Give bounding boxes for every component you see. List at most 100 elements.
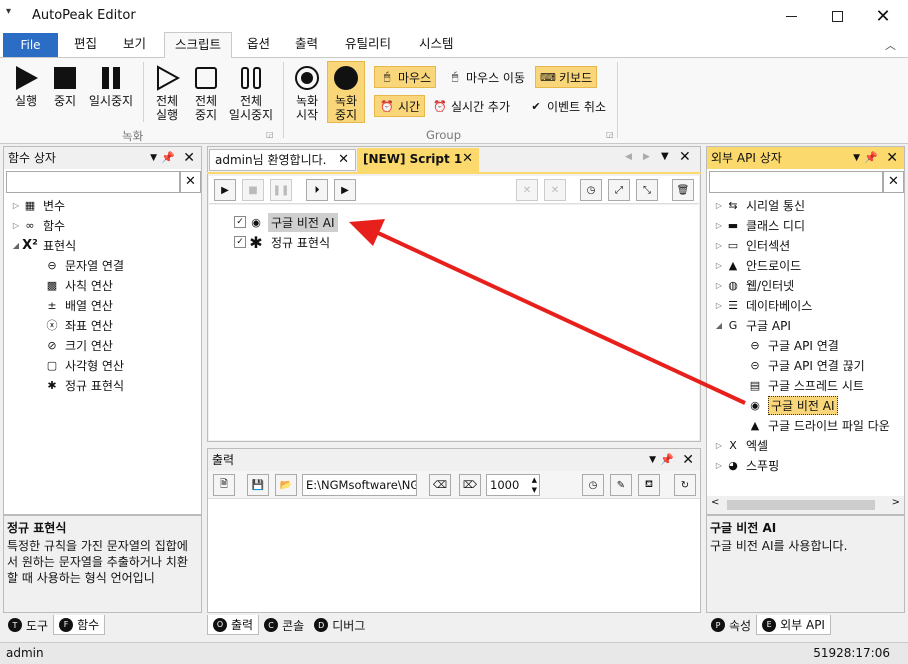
tree-item[interactable]: ▷ ▭ 인터섹션 <box>713 235 904 255</box>
quick-access-arrow-icon[interactable]: ▾ <box>6 6 11 17</box>
tree-item[interactable]: ± 배열 연산 <box>10 295 200 315</box>
close-panel-icon[interactable]: ✕ <box>886 147 898 169</box>
api-search-input[interactable] <box>709 171 883 193</box>
editor-step-button[interactable]: ⏵ <box>306 179 328 201</box>
close-panel-icon[interactable]: ✕ <box>183 147 195 169</box>
pause-button[interactable]: 일시중지 <box>86 64 136 108</box>
function-search-input[interactable] <box>6 171 180 193</box>
stop-button[interactable]: 중지 <box>49 64 81 108</box>
paint-bucket-icon[interactable]: ⛾ <box>638 474 660 496</box>
tree-item[interactable]: ▷ ▦ 변수 <box>10 195 200 215</box>
tree-item[interactable]: ▷ ⇆ 시리얼 통신 <box>713 195 904 215</box>
tree-item[interactable]: ▷ ☰ 데이타베이스 <box>713 295 904 315</box>
editor-stop-button[interactable]: ■ <box>242 179 264 201</box>
new-file-icon[interactable]: 🗎 <box>213 474 235 496</box>
expand-arrow-icon[interactable]: ▷ <box>713 461 725 470</box>
menu-file[interactable]: File <box>3 33 58 57</box>
tab-external-api[interactable]: E 외부 API <box>756 615 831 635</box>
dropdown-icon[interactable]: ▼ <box>853 147 860 169</box>
clock-icon[interactable]: ◷ <box>582 474 604 496</box>
record-mouse-toggle[interactable]: 🖱 마우스 <box>374 66 437 88</box>
pin-icon[interactable]: 📌 <box>161 147 175 169</box>
collapse-arrow-icon[interactable]: ◢ <box>10 241 22 250</box>
minimize-button[interactable] <box>768 0 814 32</box>
close-tab-icon[interactable]: ✕ <box>338 150 349 170</box>
collapse-all-icon[interactable]: ⤡ <box>636 179 658 201</box>
checkbox-icon[interactable]: ✓ <box>234 236 246 248</box>
scrollbar-thumb[interactable] <box>727 500 875 510</box>
tab-console[interactable]: C 콘솔 <box>259 615 309 635</box>
tree-item[interactable]: ▷ ▬ 클래스 디디 <box>713 215 904 235</box>
pin-icon[interactable]: 📌 <box>864 147 878 169</box>
expand-arrow-icon[interactable]: ▷ <box>713 441 725 450</box>
expand-arrow-icon[interactable]: ▷ <box>713 281 725 290</box>
menu-output[interactable]: 출력 <box>291 32 322 58</box>
expand-arrow-icon[interactable]: ▷ <box>713 301 725 310</box>
tree-item[interactable]: ▷ ▲ 안드로이드 <box>713 255 904 275</box>
tree-item[interactable]: ▩ 사칙 연산 <box>10 275 200 295</box>
menu-script[interactable]: 스크립트 <box>164 32 232 59</box>
scroll-left-icon[interactable]: < <box>711 497 719 508</box>
tree-item[interactable]: ⊖ 문자열 연결 <box>10 255 200 275</box>
collapse-ribbon-icon[interactable]: ︿ <box>885 37 896 53</box>
tree-item[interactable]: ▷ ◍ 웹/인터넷 <box>713 275 904 295</box>
record-time-toggle[interactable]: ⏰ 시간 <box>374 95 426 117</box>
tab-debug[interactable]: D 디버그 <box>309 615 370 635</box>
dialog-launcher-icon[interactable]: ◲ <box>606 130 614 139</box>
tab-welcome[interactable]: admin님 환영합니다. ✕ <box>209 149 356 171</box>
expand-arrow-icon[interactable]: ▷ <box>713 241 725 250</box>
tree-item[interactable]: ◢ X² 표현식 <box>10 235 200 255</box>
menu-utility[interactable]: 유틸리티 <box>341 32 395 58</box>
clear-search-button[interactable]: ✕ <box>883 171 904 193</box>
record-keyboard-toggle[interactable]: ⌨ 키보드 <box>535 66 598 88</box>
expand-arrow-icon[interactable]: ▷ <box>713 261 725 270</box>
trash-icon[interactable]: 🗑 <box>672 179 694 201</box>
horizontal-scrollbar[interactable]: < > <box>707 496 904 514</box>
tree-item[interactable]: ▢ 사각형 연산 <box>10 355 200 375</box>
menu-system[interactable]: 시스템 <box>415 32 458 58</box>
stop-all-button[interactable]: 전체 중지 <box>188 64 224 122</box>
close-button[interactable]: ✕ <box>860 0 906 32</box>
tree-item[interactable]: ▷ ∞ 함수 <box>10 215 200 235</box>
tab-list-dropdown-icon[interactable]: ▼ <box>661 151 669 162</box>
tree-item[interactable]: ⊖ 구글 API 연결 <box>713 335 904 355</box>
cancel-event-button[interactable]: ✔ 이벤트 취소 <box>524 95 610 117</box>
expand-arrow-icon[interactable]: ▷ <box>713 221 725 230</box>
dropdown-icon[interactable]: ▼ <box>649 449 656 471</box>
tree-item[interactable]: ▲ 구글 드라이브 파일 다운 <box>713 415 904 435</box>
record-start-button[interactable]: 녹화 시작 <box>290 64 324 122</box>
tab-script-1[interactable]: [NEW] Script 1 ✕ <box>357 148 479 172</box>
brush-icon[interactable]: ✎ <box>610 474 632 496</box>
record-stop-button[interactable]: 녹화 중지 <box>327 61 365 123</box>
clean-icon[interactable]: ⌫ <box>429 474 451 496</box>
script-line[interactable]: ✓ ✱ 정규 표현식 <box>234 232 333 252</box>
tab-output[interactable]: O 출력 <box>207 615 260 635</box>
editor-run-from-button[interactable]: ▶ <box>334 179 356 201</box>
tree-item[interactable]: ◢ G 구글 API <box>713 315 904 335</box>
editor-delete-button[interactable]: ✕ <box>516 179 538 201</box>
output-log[interactable] <box>208 499 700 612</box>
expand-arrow-icon[interactable]: ▷ <box>713 201 725 210</box>
output-path-field[interactable]: E:\NGMsoftware\NG <box>302 474 417 496</box>
clear-search-button[interactable]: ✕ <box>180 171 201 193</box>
tab-functions[interactable]: F 함수 <box>53 615 106 635</box>
dropdown-icon[interactable]: ▼ <box>150 147 157 169</box>
editor-run-button[interactable]: ▶ <box>214 179 236 201</box>
stepper-arrows-icon[interactable]: ▲ ▼ <box>532 475 537 495</box>
expand-arrow-icon[interactable]: ▷ <box>10 221 22 230</box>
run-all-button[interactable]: 전체 실행 <box>149 64 185 122</box>
eraser-icon[interactable]: ⌦ <box>459 474 481 496</box>
editor-delete-all-button[interactable]: ✕ <box>544 179 566 201</box>
run-button[interactable]: 실행 <box>10 64 42 108</box>
scroll-right-icon[interactable]: > <box>892 497 900 508</box>
tree-item[interactable]: ✱ 정규 표현식 <box>10 375 200 395</box>
tree-item[interactable]: ⊘ 크기 연산 <box>10 335 200 355</box>
tree-item[interactable]: ◉ 구글 비전 AI <box>713 395 904 415</box>
tree-item[interactable]: ▷ ◕ 스푸핑 <box>713 455 904 475</box>
record-mouse-move-toggle[interactable]: 🖱 마우스 이동 <box>443 66 529 88</box>
realtime-add-toggle[interactable]: ⏰ 실시간 추가 <box>428 95 514 117</box>
tab-scroll-right-icon[interactable]: ▶ <box>643 152 650 162</box>
maximize-button[interactable] <box>814 0 860 32</box>
tab-tools[interactable]: T 도구 <box>3 615 53 635</box>
close-panel-icon[interactable]: ✕ <box>682 449 694 471</box>
